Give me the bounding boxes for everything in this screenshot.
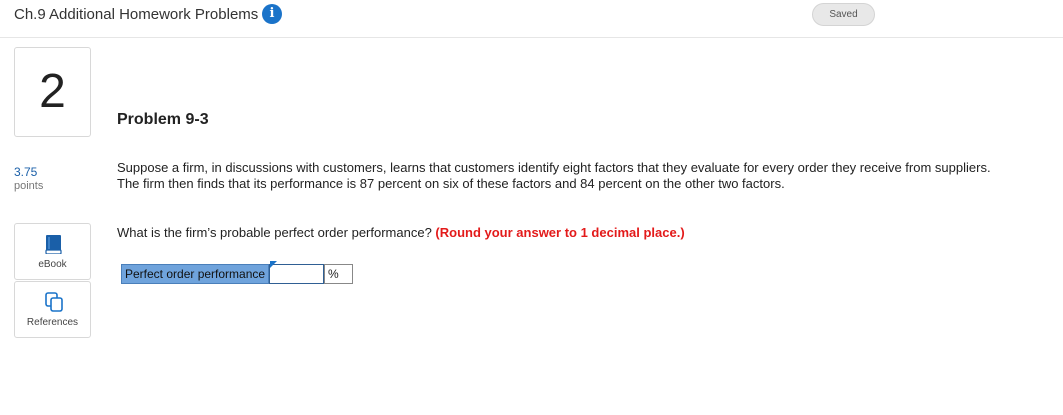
assignment-header: Ch.9 Additional Homework Problems i Save… (0, 0, 1063, 38)
question-prompt: What is the firm’s probable perfect orde… (117, 225, 432, 240)
copy-icon (45, 292, 63, 312)
points-value: 3.75 (14, 165, 38, 179)
rounding-instruction: (Round your answer to 1 decimal place.) (435, 225, 685, 240)
answer-flag-marker (270, 261, 277, 268)
answer-label: Perfect order performance (121, 264, 269, 284)
answer-input[interactable] (269, 264, 324, 284)
question-text: What is the firm’s probable perfect orde… (117, 225, 685, 240)
ebook-button[interactable]: eBook (14, 223, 91, 280)
saved-status-badge: Saved (812, 3, 875, 26)
answer-unit: % (324, 264, 353, 284)
ebook-label: eBook (38, 259, 67, 270)
book-icon (45, 235, 62, 254)
points-label: points (14, 180, 44, 192)
assignment-title: Ch.9 Additional Homework Problems (14, 6, 259, 23)
info-icon[interactable]: i (262, 4, 282, 24)
question-number: 2 (14, 47, 91, 137)
problem-title: Problem 9-3 (117, 111, 209, 128)
problem-statement: Suppose a firm, in discussions with cust… (117, 160, 991, 191)
references-button[interactable]: References (14, 281, 91, 338)
references-label: References (26, 317, 79, 328)
